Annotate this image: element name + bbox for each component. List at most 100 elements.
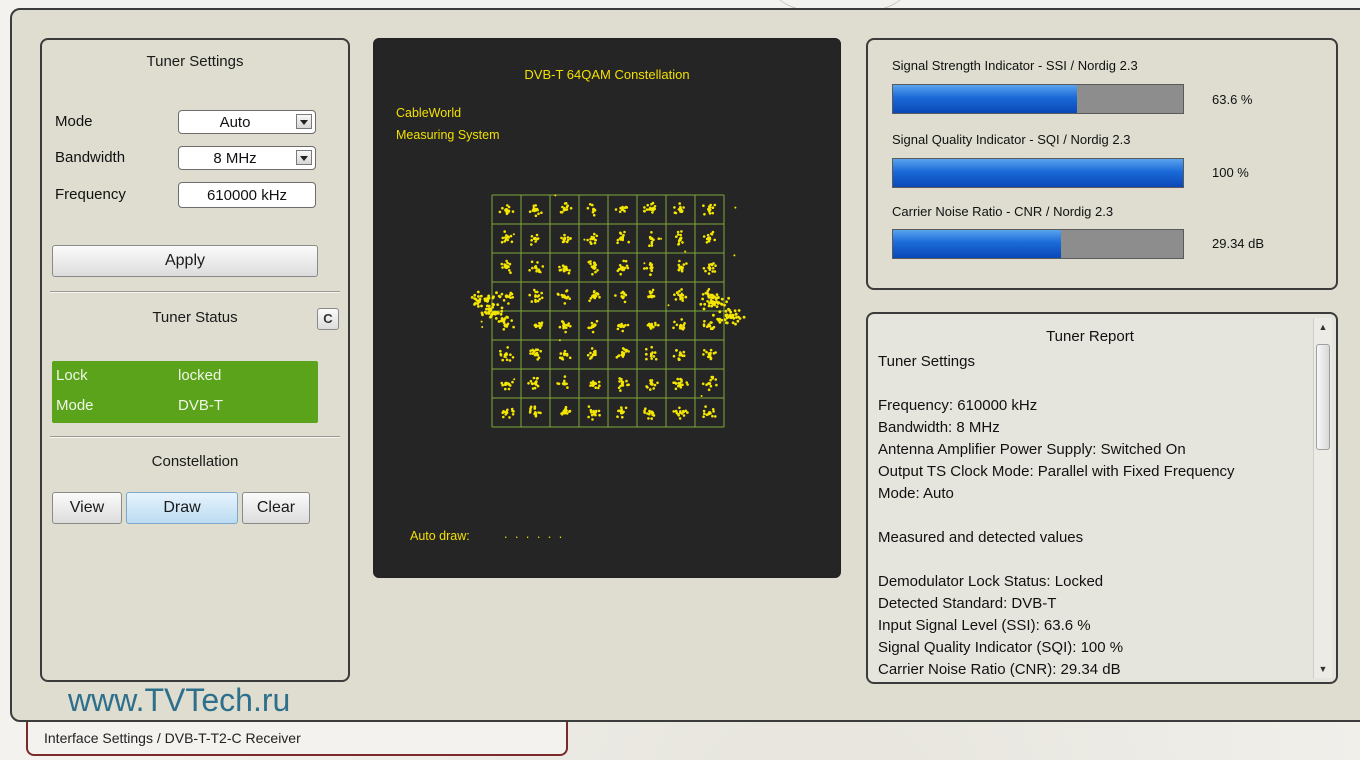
interface-settings-tab[interactable]: Interface Settings / DVB-T-T2-C Receiver [26,722,568,756]
constellation-point [498,210,502,214]
constellation-point [530,243,533,246]
constellation-point [556,382,559,385]
constellation-point [594,353,597,357]
constellation-point [718,310,722,314]
constellation-point [617,354,621,357]
constellation-point [709,378,712,382]
constellation-point [531,266,534,270]
constellation-point [528,411,532,414]
constellation-point [528,269,531,272]
constellation-point [619,236,623,239]
constellation-point [535,377,539,380]
constellation-point [717,296,720,299]
draw-button[interactable]: Draw [126,492,238,524]
constellation-point [649,388,652,391]
constellation-point [720,318,724,322]
constellation-point [560,236,563,240]
constellation-point [707,323,710,326]
constellation-point [650,202,653,206]
view-button[interactable]: View [52,492,122,524]
constellation-point [504,238,508,241]
constellation-point [713,238,716,242]
constellation-point [479,294,483,298]
constellation-point [530,260,534,264]
constellation-point [537,212,540,216]
constellation-point [679,324,683,327]
constellation-point [586,238,589,242]
constellation-point [711,270,714,273]
constellation-point [678,383,681,387]
report-scrollbar[interactable]: ▲ ▼ [1313,318,1332,678]
constellation-point [593,241,597,245]
tuner-report-panel[interactable]: Tuner Report Tuner Settings Frequency: 6… [866,312,1338,684]
report-line: Input Signal Level (SSI): 63.6 % [878,617,1091,634]
constellation-point [618,210,622,213]
constellation-point [567,271,571,275]
constellation-point [680,230,683,233]
constellation-point [725,300,728,304]
constellation-point [672,326,675,330]
constellation-point [530,235,534,238]
constellation-point [534,380,537,384]
constellation-point [682,326,686,330]
constellation-point [625,379,628,383]
mode-select-value: Auto [219,114,251,131]
constellation-point [539,349,542,353]
constellation-point [678,351,682,354]
constellation-point [540,291,543,295]
constellation-point [509,296,512,300]
constellation-point [598,384,601,388]
constellation-point [618,380,621,383]
lock-value: locked [178,367,222,384]
constellation-point [712,352,716,355]
scroll-thumb[interactable] [1316,344,1330,450]
constellation-point [540,296,544,300]
apply-button[interactable]: Apply [52,245,318,277]
constellation-point [592,261,596,264]
report-line: Measured and detected values [878,529,1084,546]
bandwidth-select[interactable]: 8 MHz [178,146,316,170]
constellation-point [495,311,499,314]
constellation-point [534,240,537,243]
constellation-point [505,353,508,356]
frequency-input[interactable]: 610000 kHz [178,182,316,208]
constellation-point [715,293,719,297]
constellation-point [588,299,591,303]
tuner-control-panel: Tuner Settings Mode Auto Bandwidth 8 MHz… [40,38,350,682]
chevron-down-icon[interactable] [296,150,312,165]
constellation-point [554,194,557,197]
constellation-point [728,309,732,312]
constellation-point [505,411,509,415]
constellation-point [565,205,569,209]
constellation-point [509,293,512,296]
scroll-down-icon[interactable]: ▼ [1314,660,1332,678]
constellation-point [650,291,654,294]
ssi-label: Signal Strength Indicator - SSI / Nordig… [892,58,1138,73]
refresh-icon[interactable]: C [317,308,339,330]
constellation-point [624,259,628,263]
constellation-point [673,320,676,324]
constellation-point [621,415,624,419]
constellation-point [562,322,566,325]
constellation-point [650,231,653,234]
constellation-point [681,241,684,244]
constellation-point [597,386,600,390]
constellation-point [589,297,593,300]
scroll-up-icon[interactable]: ▲ [1314,318,1332,336]
report-line: Tuner Settings [878,353,975,370]
constellation-point [686,411,689,414]
constellation-point [679,238,682,242]
constellation-point [686,383,689,386]
constellation-point [529,352,532,355]
mode-select[interactable]: Auto [178,110,316,134]
constellation-point [649,379,652,382]
constellation-point [651,211,654,214]
chevron-down-icon[interactable] [296,114,312,129]
clear-button[interactable]: Clear [242,492,310,524]
constellation-point [589,241,592,244]
constellation-point [530,300,534,303]
constellation-point [651,351,654,354]
constellation-point [650,208,653,211]
divider [50,436,340,438]
constellation-point [565,296,568,300]
